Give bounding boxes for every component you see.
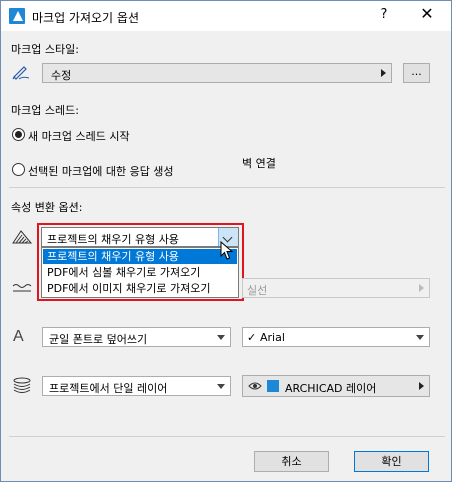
new-thread-radio[interactable]: [12, 128, 25, 141]
fill-selected-value: 프로젝트의 채우기 유형 사용: [47, 233, 179, 246]
markup-import-options-dialog: 마크업 가져오기 옵션 ? ✕ 마크업 스타일: 수정 ... 마크업 스레드:…: [0, 0, 452, 482]
fill-options-list: 프로젝트의 채우기 유형 사용 PDF에서 심볼 채우기로 가져오기 PDF에서…: [41, 247, 239, 298]
eye-icon: [248, 382, 262, 390]
chevron-right-icon: [381, 69, 386, 77]
fill-option-image[interactable]: PDF에서 이미지 채우기로 가져오기: [43, 281, 237, 296]
ok-button[interactable]: 확인: [354, 451, 429, 472]
font-family-select[interactable]: ✓ Arial: [242, 327, 430, 347]
markup-style-selector[interactable]: 수정: [42, 63, 392, 83]
font-conversion-value: 균일 폰트로 덮어쓰기: [49, 333, 148, 346]
markup-style-value: 수정: [51, 69, 72, 82]
layer-conversion-value: 프로젝트에서 단일 레이어: [49, 382, 168, 395]
chevron-down-icon: [217, 335, 225, 340]
reply-thread-label: 선택된 마크업에 대한 응답 생성: [28, 165, 174, 178]
font-conversion-select[interactable]: 균일 폰트로 덮어쓰기: [42, 327, 231, 347]
title-bar: 마크업 가져오기 옵션 ? ✕: [1, 1, 451, 31]
line-type-icon: [12, 284, 32, 292]
chevron-right-icon: [419, 284, 424, 292]
line-type-selector: 실선: [242, 278, 430, 298]
mouse-cursor-icon: [220, 241, 234, 260]
browse-style-button[interactable]: ...: [403, 63, 430, 83]
pen-icon: [12, 66, 30, 80]
footer-divider: [9, 436, 445, 437]
layer-selector[interactable]: ARCHICAD 레이어: [242, 375, 430, 397]
layers-icon: [13, 377, 31, 393]
fill-option-symbol[interactable]: PDF에서 심볼 채우기로 가져오기: [43, 265, 237, 280]
fill-option-project[interactable]: 프로젝트의 채우기 유형 사용: [43, 249, 237, 264]
chevron-down-icon: [416, 335, 424, 340]
divider: [9, 187, 445, 188]
wall-connection-text: 벽 연결: [242, 157, 276, 170]
layer-conversion-select[interactable]: 프로젝트에서 단일 레이어: [42, 376, 231, 396]
markup-thread-label: 마크업 스레드:: [11, 104, 79, 117]
archicad-layer-icon: [267, 380, 279, 392]
reply-thread-radio[interactable]: [12, 163, 25, 176]
layer-value: ARCHICAD 레이어: [285, 382, 377, 395]
font-family-value: Arial: [260, 331, 285, 344]
chevron-down-icon: [217, 384, 225, 389]
markup-style-label: 마크업 스타일:: [11, 43, 79, 56]
close-button[interactable]: ✕: [415, 4, 439, 23]
line-type-value: 실선: [247, 284, 268, 297]
fill-pattern-icon: [12, 230, 32, 244]
new-thread-label: 새 마크업 스레드 시작: [28, 130, 130, 143]
help-button[interactable]: ?: [376, 7, 392, 22]
cancel-button[interactable]: 취소: [254, 451, 329, 472]
archicad-app-icon: [9, 8, 25, 24]
dialog-title: 마크업 가져오기 옵션: [32, 11, 139, 25]
font-icon: A: [13, 328, 24, 345]
fill-conversion-select[interactable]: 프로젝트의 채우기 유형 사용: [41, 227, 239, 247]
attribute-options-label: 속성 변환 옵션:: [11, 201, 83, 214]
chevron-right-icon: [419, 382, 424, 390]
font-check-icon: ✓: [247, 331, 257, 344]
